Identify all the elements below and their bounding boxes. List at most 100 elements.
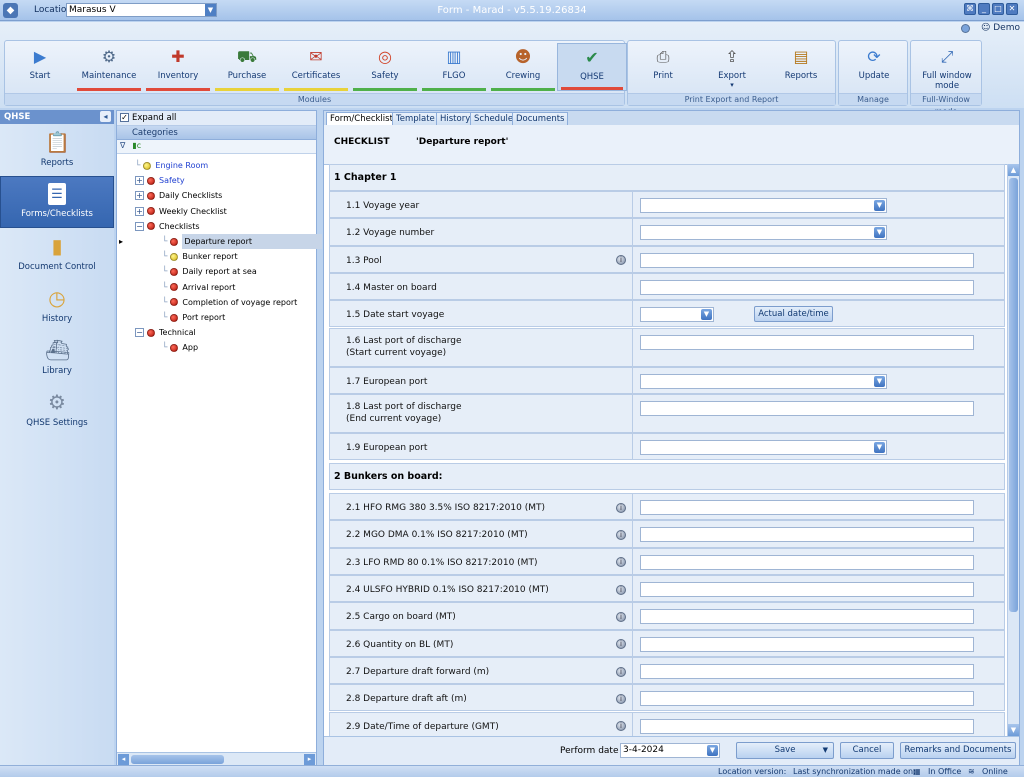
module-button-maintenance[interactable]: ⚙ Maintenance — [74, 43, 144, 91]
tree-horizontal-scrollbar[interactable]: ◂ ▸ — [117, 752, 316, 765]
help-window-icon[interactable]: ⌘ — [964, 3, 976, 15]
tab-history[interactable]: History — [436, 112, 475, 125]
chevron-down-icon[interactable]: ▼ — [874, 375, 885, 387]
question-input[interactable] — [640, 718, 974, 734]
tree-node[interactable]: + Weekly Checklist — [135, 204, 227, 219]
scroll-up-icon[interactable]: ▲ — [1008, 164, 1019, 176]
tree-node[interactable]: + Safety — [135, 173, 185, 188]
actual-datetime-button[interactable]: Actual date/time — [754, 306, 833, 323]
module-button-purchase[interactable]: ⛟ Purchase — [212, 43, 282, 91]
question-select[interactable]: ▼ — [640, 198, 887, 213]
module-button-certificates[interactable]: ✉ Certificates — [281, 43, 351, 91]
tree-node[interactable]: └ App — [162, 340, 198, 355]
categories-header[interactable]: Categories — [117, 126, 316, 140]
nav-item-library[interactable]: ⛴ Library — [0, 332, 114, 384]
info-icon[interactable]: i — [616, 502, 626, 513]
question-input[interactable] — [640, 334, 974, 350]
question-input[interactable] — [640, 636, 974, 652]
minimize-icon[interactable]: _ — [978, 3, 990, 15]
question-select[interactable]: ▼ — [640, 373, 887, 389]
question-input[interactable] — [640, 663, 974, 679]
question-input[interactable] — [640, 527, 974, 543]
nav-item-history[interactable]: ◷ History — [0, 280, 114, 332]
filter-icon[interactable]: ∇ — [120, 141, 125, 150]
form-scroll-thumb[interactable] — [1009, 178, 1018, 612]
scroll-left-icon[interactable]: ◂ — [118, 754, 129, 765]
chevron-down-icon[interactable]: ▼ — [823, 743, 828, 758]
cancel-button[interactable]: Cancel — [840, 742, 894, 759]
close-icon[interactable]: ✕ — [1006, 3, 1018, 15]
date-picker[interactable]: ▼ — [640, 307, 714, 323]
nav-item-reports[interactable]: 📋 Reports — [0, 124, 114, 176]
chevron-down-icon[interactable]: ▾ — [697, 81, 767, 89]
chevron-down-icon[interactable]: ▼ — [701, 309, 712, 321]
expand-icon[interactable]: + — [135, 176, 144, 186]
module-button-flgo[interactable]: ▥ FLGO — [419, 43, 489, 91]
filter-row[interactable]: ∇ ▮c — [117, 140, 316, 154]
question-input[interactable] — [640, 609, 974, 625]
chevron-down-icon[interactable]: ▼ — [874, 441, 885, 453]
perform-date-picker[interactable]: 3-4-2024 ▼ — [620, 743, 720, 758]
tab-documents[interactable]: Documents — [512, 112, 569, 125]
nav-item-qhse-settings[interactable]: ⚙ QHSE Settings — [0, 384, 114, 436]
info-icon[interactable]: i — [616, 557, 626, 568]
expand-all-checkbox[interactable]: ✓ — [120, 113, 129, 122]
scroll-right-icon[interactable]: ▸ — [304, 754, 315, 765]
collapse-tree-icon[interactable]: − — [135, 221, 144, 231]
print-button[interactable]: ⎙ Print — [628, 43, 698, 91]
full-window-button[interactable]: ⤢ Full window mode — [912, 43, 982, 91]
expand-icon[interactable]: + — [135, 191, 144, 201]
info-icon[interactable]: i — [616, 611, 626, 622]
tree-node[interactable]: └ Bunker report — [162, 249, 238, 264]
tree-node[interactable]: └ Engine Room — [135, 158, 208, 173]
tab-schedule[interactable]: Schedule — [470, 112, 518, 125]
tree-node[interactable]: └ Departure report ▸ — [119, 234, 323, 249]
question-input[interactable] — [640, 252, 974, 268]
save-button[interactable]: Save ▼ — [736, 742, 834, 759]
module-button-safety[interactable]: ◎ Safety — [350, 43, 420, 91]
remarks-documents-button[interactable]: Remarks and Documents — [900, 742, 1016, 759]
info-icon[interactable]: i — [616, 255, 626, 266]
module-button-qhse[interactable]: ✔ QHSE — [557, 43, 627, 91]
tree-node[interactable]: └ Arrival report — [162, 280, 235, 295]
expand-icon[interactable]: + — [135, 206, 144, 216]
help-icon[interactable] — [961, 23, 971, 33]
form-vertical-scrollbar[interactable]: ▲ ▼ — [1007, 164, 1019, 736]
chevron-down-icon[interactable]: ▼ — [874, 200, 885, 211]
expand-all-row[interactable]: ✓ Expand all — [117, 111, 316, 126]
tree-node[interactable]: └ Port report — [162, 310, 225, 325]
reports-button[interactable]: ▤ Reports — [766, 43, 836, 91]
info-icon[interactable]: i — [616, 666, 626, 677]
info-icon[interactable]: i — [616, 693, 626, 704]
question-input[interactable] — [640, 554, 974, 570]
nav-item-document-control[interactable]: ▮ Document Control — [0, 228, 114, 280]
info-icon[interactable]: i — [616, 584, 626, 595]
question-input[interactable] — [640, 279, 974, 295]
question-input[interactable] — [640, 400, 974, 416]
tree-node[interactable]: − Checklists — [135, 219, 200, 234]
chevron-down-icon[interactable]: ▼ — [874, 227, 885, 239]
module-button-crewing[interactable]: ☻ Crewing — [488, 43, 558, 91]
question-input[interactable] — [640, 500, 974, 516]
question-input[interactable] — [640, 691, 974, 707]
maximize-icon[interactable]: □ — [992, 3, 1004, 15]
question-input[interactable] — [640, 582, 974, 597]
export-button[interactable]: ⇪ Export ▾ — [697, 43, 767, 91]
info-icon[interactable]: i — [616, 721, 626, 732]
info-icon[interactable]: i — [616, 639, 626, 650]
tree-node[interactable]: └ Completion of voyage report — [162, 295, 297, 310]
module-button-inventory[interactable]: ✚ Inventory — [143, 43, 213, 91]
scroll-down-icon[interactable]: ▼ — [1008, 724, 1019, 736]
nav-item-forms-checklists[interactable]: ☰ Forms/Checklists — [0, 176, 114, 228]
tree-node[interactable]: − Technical — [135, 325, 196, 340]
tab-form-checklist[interactable]: Form/Checklist — [326, 112, 397, 125]
info-icon[interactable]: i — [616, 530, 626, 541]
question-select[interactable]: ▼ — [640, 439, 887, 455]
collapse-tree-icon[interactable]: − — [135, 328, 144, 338]
tab-template[interactable]: Template — [392, 112, 439, 125]
question-select[interactable]: ▼ — [640, 225, 887, 241]
chevron-down-icon[interactable]: ▼ — [707, 745, 718, 756]
module-button-start[interactable]: ▶ Start — [5, 43, 75, 91]
tree-node[interactable]: + Daily Checklists — [135, 188, 222, 203]
collapse-icon[interactable]: ◂ — [100, 111, 111, 122]
